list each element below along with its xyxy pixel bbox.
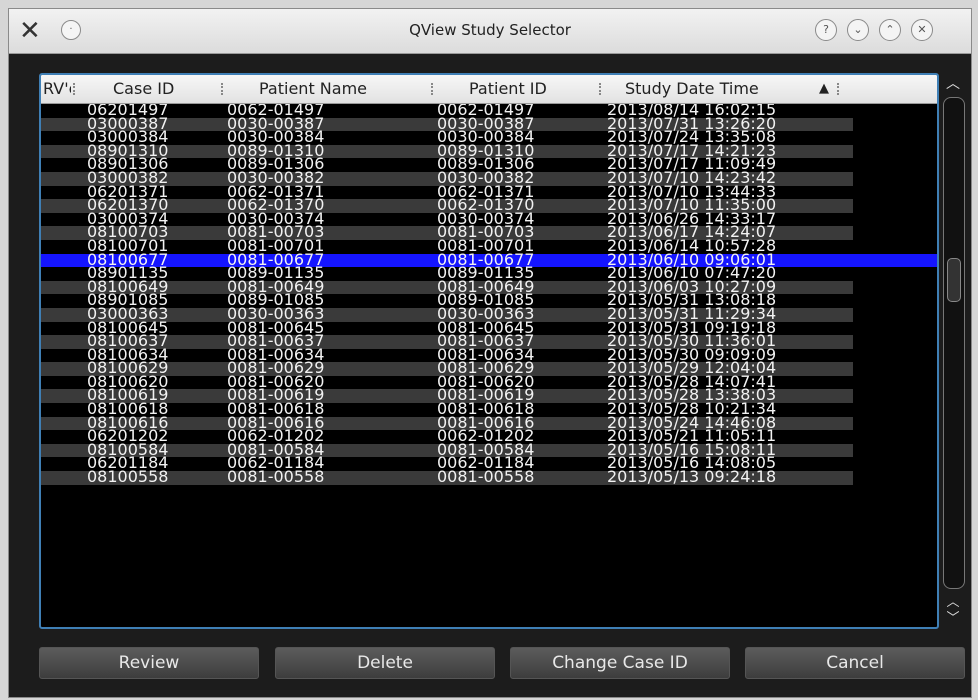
close-icon[interactable]: ✕	[911, 19, 933, 41]
chevron-up-icon[interactable]: ︿	[943, 73, 963, 92]
table-header: RV'c Case ID Patient Name Patient ID Stu…	[41, 75, 937, 104]
study-selector-window: ✕ · QView Study Selector ? ⌄ ⌃ ✕ RV'c Ca…	[8, 8, 972, 698]
column-resize-handle[interactable]	[837, 83, 841, 95]
column-header-patient-name[interactable]: Patient Name	[259, 75, 367, 103]
chevron-down-icon[interactable]: ﹀	[943, 607, 963, 626]
maximize-icon[interactable]: ⌃	[879, 19, 901, 41]
cancel-button[interactable]: Cancel	[745, 647, 965, 679]
cell-patient-name: 0081-00558	[227, 467, 325, 487]
column-resize-handle[interactable]	[221, 83, 225, 95]
column-header-reviewed[interactable]: RV'c	[43, 75, 71, 103]
table-row[interactable]: 08100558 0081-00558 0081-00558 2013/05/13 0…	[41, 467, 937, 487]
window-controls: ? ⌄ ⌃ ✕	[815, 19, 965, 43]
review-button[interactable]: Review	[39, 647, 259, 679]
column-resize-handle[interactable]	[73, 83, 77, 95]
column-header-case-id[interactable]: Case ID	[113, 75, 174, 103]
minimize-icon[interactable]: ⌄	[847, 19, 869, 41]
button-bar: Review Delete Change Case ID Cancel	[39, 647, 965, 679]
delete-button[interactable]: Delete	[275, 647, 495, 679]
cell-study-date-time: 2013/05/13 09:24:18	[607, 467, 777, 487]
change-case-id-button[interactable]: Change Case ID	[510, 647, 730, 679]
sort-ascending-icon[interactable]: ▲	[819, 75, 829, 103]
chevron-up-icon[interactable]: ︿	[943, 591, 963, 610]
help-icon[interactable]: ?	[815, 19, 837, 41]
column-resize-handle[interactable]	[431, 83, 435, 95]
scrollbar-thumb[interactable]	[947, 258, 961, 302]
column-resize-handle[interactable]	[599, 83, 603, 95]
column-header-study-date-time[interactable]: Study Date Time	[625, 75, 759, 103]
study-table[interactable]: RV'c Case ID Patient Name Patient ID Stu…	[39, 73, 939, 629]
vertical-scrollbar[interactable]: ︿ ︿ ﹀	[941, 73, 965, 626]
cell-patient-id: 0081-00558	[437, 467, 535, 487]
column-header-patient-id[interactable]: Patient ID	[469, 75, 547, 103]
scrollbar-track[interactable]	[943, 97, 965, 589]
title-bar[interactable]: ✕ · QView Study Selector ? ⌄ ⌃ ✕	[9, 9, 971, 54]
cell-case-id: 08100558	[87, 467, 169, 487]
table-body[interactable]: 06201497 0062-01497 0062-01497 2013/08/14 1…	[41, 104, 937, 627]
